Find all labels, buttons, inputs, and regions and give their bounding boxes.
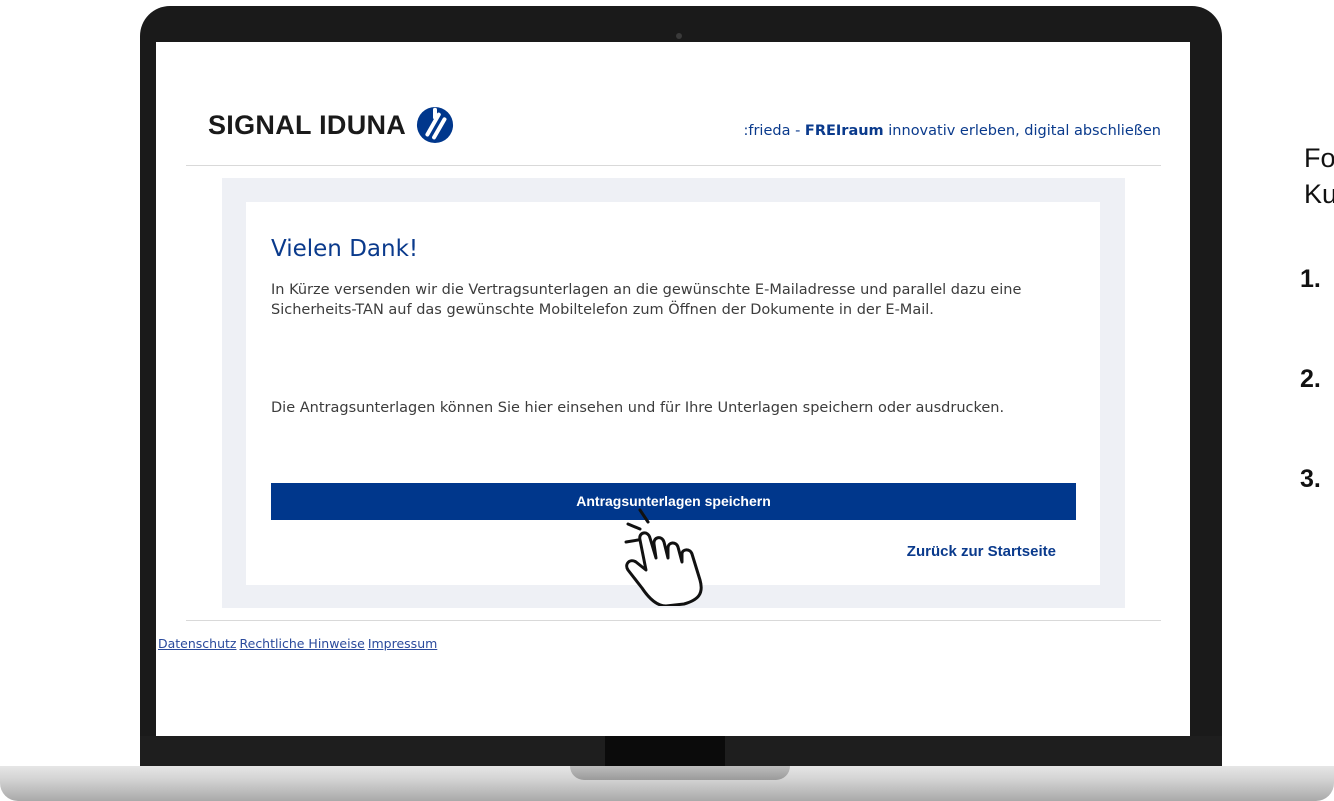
brand-name: SIGNAL IDUNA <box>208 109 407 140</box>
footer-divider <box>186 620 1161 621</box>
side-intro-line-1: Folg <box>1304 143 1334 173</box>
step-number-3: 3. <box>1300 465 1321 493</box>
tagline-prefix: :frieda - <box>743 123 805 139</box>
webcam <box>676 33 682 39</box>
page-title: Vielen Dank! <box>271 236 419 262</box>
brand-logo[interactable]: SIGNAL IDUNA <box>208 106 454 144</box>
laptop-hinge-tab <box>605 736 725 768</box>
footer-link-rechtliche-hinweise[interactable]: Rechtliche Hinweise <box>240 636 365 651</box>
step-number-1: 1. <box>1300 265 1321 293</box>
step-number-2: 2. <box>1300 365 1321 393</box>
side-intro-line-2: Kun <box>1304 179 1334 209</box>
laptop-screen: SIGNAL IDUNA :frieda - FREIraum innovati… <box>156 42 1190 736</box>
laptop-base-notch <box>570 766 790 780</box>
header-tagline: :frieda - FREIraum innovativ erleben, di… <box>743 123 1161 139</box>
signal-iduna-logo-icon <box>417 106 454 144</box>
back-to-start-link[interactable]: Zurück zur Startseite <box>907 543 1056 560</box>
footer-links: Datenschutz Rechtliche Hinweise Impressum <box>158 636 440 651</box>
footer-link-datenschutz[interactable]: Datenschutz <box>158 636 237 651</box>
documents-info-text: Die Antragsunterlagen können Sie hier ei… <box>271 400 1005 416</box>
tagline-suffix: innovativ erleben, digital abschließen <box>883 123 1161 139</box>
hand-pointer-icon <box>624 508 703 606</box>
side-intro-text: Folg Kun <box>1304 140 1334 212</box>
tagline-bold: FREIraum <box>804 123 884 139</box>
footer-link-impressum[interactable]: Impressum <box>368 636 437 651</box>
confirmation-message: In Kürze versenden wir die Vertragsunter… <box>271 282 1022 318</box>
page-header: SIGNAL IDUNA :frieda - FREIraum innovati… <box>186 42 1161 166</box>
